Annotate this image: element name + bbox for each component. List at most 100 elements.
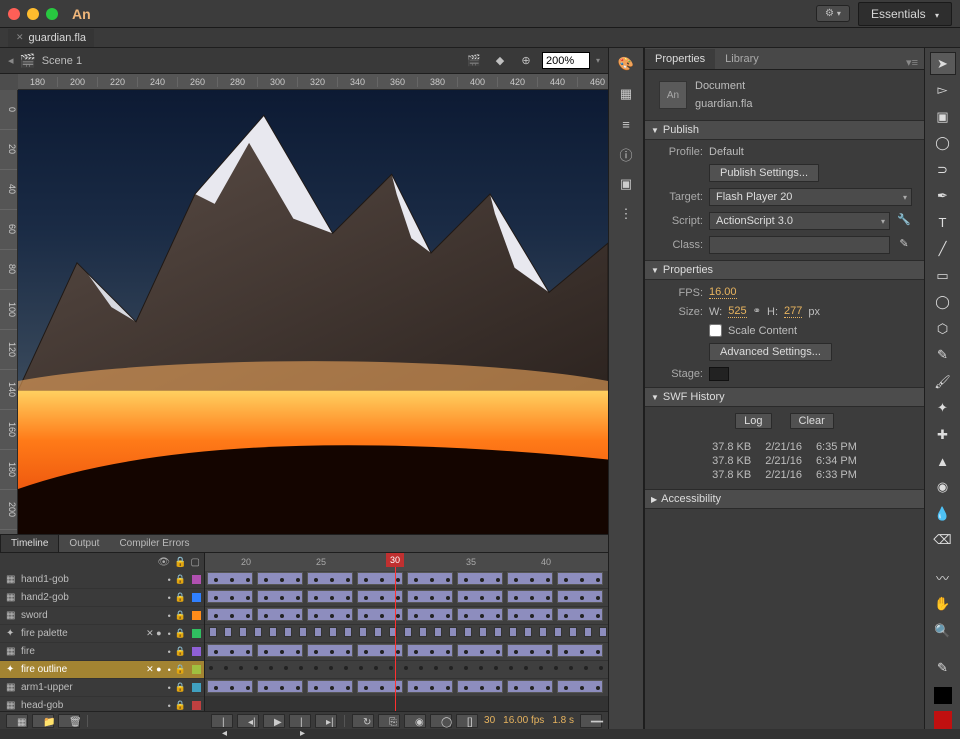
maximize-icon[interactable] [46, 8, 58, 20]
canvas[interactable] [18, 90, 608, 534]
new-layer-button[interactable]: ▦ [6, 714, 28, 728]
paint-bucket-tool[interactable]: ▲ [930, 449, 956, 472]
close-icon[interactable] [8, 8, 20, 20]
width-input[interactable]: 525 [728, 305, 746, 318]
stage[interactable]: 1802002202402602803003203403603804004204… [0, 74, 608, 534]
info-icon[interactable]: ⓘ [615, 144, 637, 164]
center-frame-button[interactable]: ⎘ [378, 714, 400, 728]
track[interactable] [205, 679, 608, 697]
loop-button[interactable]: ↻ [352, 714, 374, 728]
workspace-switcher[interactable]: Essentials ▾ [858, 2, 952, 26]
bone-tool[interactable]: ✚ [930, 423, 956, 446]
layer-color-swatch[interactable] [192, 683, 201, 692]
layer-toggles[interactable]: •🔒 [168, 610, 186, 621]
tab-timeline[interactable]: Timeline [0, 534, 59, 552]
layer-row[interactable]: ▦ arm1-upper •🔒 [0, 679, 204, 697]
timeline-zoom-slider[interactable]: ━━ [580, 714, 602, 728]
onion-skin-outlines-button[interactable]: ◯ [430, 714, 452, 728]
tab-compiler-errors[interactable]: Compiler Errors [109, 535, 199, 552]
layer-color-swatch[interactable] [192, 629, 201, 638]
track[interactable] [205, 661, 608, 679]
track[interactable] [205, 625, 608, 643]
edit-multiple-button[interactable]: [] [456, 714, 478, 728]
minimize-icon[interactable] [27, 8, 39, 20]
play-button[interactable]: ▶ [263, 714, 285, 728]
color-palette-icon[interactable]: 🎨 [615, 54, 637, 74]
section-accessibility-header[interactable]: ▶ Accessibility [645, 489, 924, 509]
link-icon[interactable]: ⚭ [753, 306, 761, 317]
line-tool[interactable]: ╱ [930, 237, 956, 260]
layer-color-swatch[interactable] [192, 593, 201, 602]
layer-row[interactable]: ✦ fire palette ✕ ● •🔒 [0, 625, 204, 643]
layer-toggles[interactable]: •🔒 [168, 574, 186, 585]
playhead[interactable]: 30 [395, 553, 396, 711]
paint-brush-tool[interactable]: ✦ [930, 396, 956, 419]
onion-skin-button[interactable]: ◉ [404, 714, 426, 728]
swf-log-button[interactable]: Log [735, 413, 771, 429]
swatches-icon[interactable]: ▦ [615, 84, 637, 104]
stroke-color-icon[interactable]: ✎ [930, 656, 956, 679]
layer-row[interactable]: ▦ fire •🔒 [0, 643, 204, 661]
edit-symbol-button[interactable]: ◆ [490, 52, 510, 70]
height-input[interactable]: 277 [784, 305, 802, 318]
tab-properties[interactable]: Properties [645, 49, 715, 69]
polystar-tool[interactable]: ⬡ [930, 317, 956, 340]
width-tool[interactable]: 〰 [930, 566, 956, 589]
track[interactable] [205, 571, 608, 589]
layer-row[interactable]: ▦ head-gob •🔒 [0, 697, 204, 711]
subselection-tool[interactable]: ▻ [930, 78, 956, 101]
layer-toggles[interactable]: •🔒 [168, 646, 186, 657]
fps-input[interactable]: 16.00 [709, 286, 737, 299]
stage-color-swatch[interactable] [709, 367, 729, 381]
eraser-tool[interactable]: ⌫ [930, 529, 956, 552]
class-input[interactable] [709, 236, 890, 254]
3d-rotate-tool[interactable]: ◯ [930, 131, 956, 154]
new-folder-button[interactable]: 📁 [32, 714, 54, 728]
outline-icon[interactable]: ▢ [191, 557, 200, 568]
fill-color-swatch[interactable] [934, 711, 952, 729]
section-swf-history-header[interactable]: ▼ SWF History [645, 387, 924, 407]
ink-bottle-tool[interactable]: ◉ [930, 476, 956, 499]
layer-row[interactable]: ▦ hand1-gob •🔒 [0, 571, 204, 589]
layer-row[interactable]: ▦ hand2-gob •🔒 [0, 589, 204, 607]
layer-color-swatch[interactable] [192, 611, 201, 620]
step-back-button[interactable]: ◂| [237, 714, 259, 728]
tab-output[interactable]: Output [59, 535, 109, 552]
rectangle-tool[interactable]: ▭ [930, 264, 956, 287]
panel-menu-icon[interactable]: ▾≡ [906, 56, 924, 69]
layer-color-swatch[interactable] [192, 701, 201, 710]
layer-toggles[interactable]: •🔒 [168, 682, 186, 693]
swf-clear-button[interactable]: Clear [790, 413, 834, 429]
zoom-tool[interactable]: 🔍 [930, 619, 956, 642]
publish-settings-button[interactable]: Publish Settings... [709, 164, 819, 182]
lasso-tool[interactable]: ⊃ [930, 158, 956, 181]
track[interactable] [205, 589, 608, 607]
chevron-down-icon[interactable]: ▾ [596, 56, 600, 65]
layer-row[interactable]: ▦ sword •🔒 [0, 607, 204, 625]
script-dropdown[interactable]: ActionScript 3.0 ▾ [709, 212, 890, 230]
visibility-icon[interactable]: 👁 [157, 557, 170, 568]
brush-tool[interactable]: 🖌 [930, 370, 956, 393]
track[interactable] [205, 607, 608, 625]
layer-toggles[interactable]: •🔒 [168, 628, 186, 639]
stroke-color-swatch[interactable] [934, 687, 952, 705]
timeline-scrollbar[interactable] [205, 697, 608, 711]
align-icon[interactable]: ≡ [615, 114, 637, 134]
delete-layer-button[interactable]: 🗑 [58, 714, 80, 728]
layer-toggles[interactable]: •🔒 [168, 664, 186, 675]
pen-tool[interactable]: ✒ [930, 184, 956, 207]
document-tab[interactable]: ✕ guardian.fla [8, 29, 94, 47]
back-icon[interactable]: ◂ [8, 54, 14, 67]
pencil-tool[interactable]: ✎ [930, 343, 956, 366]
step-forward-button[interactable]: |▸ [289, 714, 311, 728]
pencil-icon[interactable]: ✎ [896, 237, 912, 253]
transform-icon[interactable]: ▣ [615, 174, 637, 194]
close-tab-icon[interactable]: ✕ [16, 32, 24, 43]
layer-color-swatch[interactable] [192, 647, 201, 656]
oval-tool[interactable]: ◯ [930, 290, 956, 313]
track-area[interactable]: 2025303540 30 [205, 553, 608, 711]
go-to-end-button[interactable]: ▸| [315, 714, 337, 728]
lock-icon[interactable]: 🔒 [174, 557, 186, 568]
section-publish-header[interactable]: ▼ Publish [645, 120, 924, 140]
section-properties-header[interactable]: ▼ Properties [645, 260, 924, 280]
